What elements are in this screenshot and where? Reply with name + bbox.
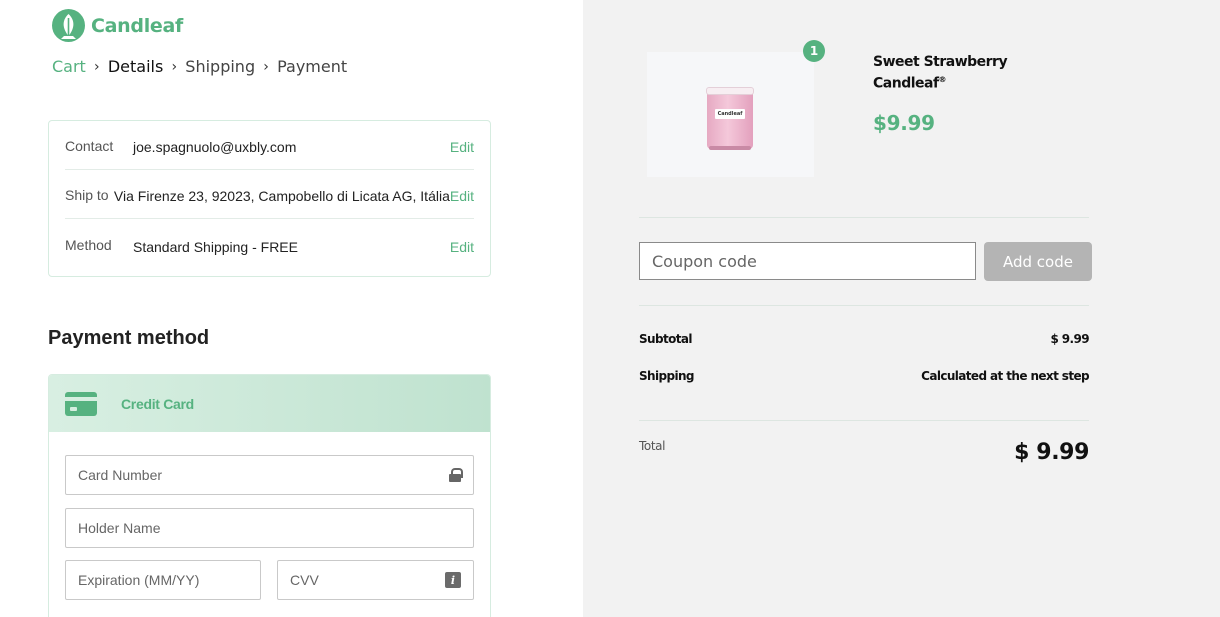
quantity-badge: 1 [803,40,825,62]
info-icon[interactable]: i [445,572,461,588]
breadcrumb-cart[interactable]: Cart [52,57,86,76]
shipping-row: Shipping Calculated at the next step [639,369,1090,383]
shipping-label: Shipping [639,369,695,383]
payment-method-card: Credit Card i [48,374,491,617]
cvv-input[interactable] [290,572,445,588]
product-name: Sweet Strawberry Candleaf® [873,54,1008,92]
chevron-right-icon: › [263,58,269,75]
add-code-button[interactable]: Add code [984,242,1092,281]
method-value: Standard Shipping - FREE [133,238,298,255]
credit-card-label: Credit Card [121,395,194,412]
subtotal-value: $ 9.99 [1050,332,1089,346]
edit-contact-link[interactable]: Edit [450,135,474,155]
edit-method-link[interactable]: Edit [450,235,474,255]
total-value: $ 9.99 [1014,440,1089,465]
jar-label: Candleaf [715,109,745,119]
method-row: Method Standard Shipping - FREE Edit [65,220,474,269]
coupon-input[interactable] [652,251,963,271]
candle-jar-illustration: Candleaf [706,85,754,151]
breadcrumb-payment[interactable]: Payment [277,57,347,76]
subtotal-row: Subtotal $ 9.99 [639,332,1090,346]
trademark-symbol: ® [938,75,947,84]
product-price: $9.99 [873,111,935,135]
payment-method-title: Payment method [48,327,210,349]
method-label: Method [65,237,112,253]
holder-name-input[interactable] [78,520,461,536]
expiration-field[interactable] [65,560,261,600]
ship-to-value: Via Firenze 23, 92023, Campobello di Lic… [113,188,450,204]
shipping-value: Calculated at the next step [921,369,1089,383]
brand-name: Candleaf [91,14,183,37]
ship-to-label: Ship to [65,187,109,203]
order-summary-panel: Candleaf 1 Sweet Strawberry Candleaf® $9… [583,0,1220,617]
contact-value: joe.spagnuolo@uxbly.com [133,139,297,155]
product-image: Candleaf [647,52,814,177]
chevron-right-icon: › [171,58,178,75]
lock-icon [449,468,463,482]
holder-name-field[interactable] [65,508,474,548]
contact-label: Contact [65,138,114,154]
card-number-input[interactable] [78,467,449,483]
subtotal-label: Subtotal [639,332,693,346]
credit-card-icon [65,391,97,416]
credit-card-option[interactable]: Credit Card [49,375,490,432]
order-info-summary: Contact joe.spagnuolo@uxbly.com Edit Shi… [48,120,491,277]
leaf-logo-icon [52,9,85,42]
edit-ship-to-link[interactable]: Edit [450,184,474,204]
total-label: Total [639,439,666,453]
brand-logo[interactable]: Candleaf [52,9,183,42]
coupon-field[interactable] [639,242,976,280]
checkout-form-panel: Candleaf Cart › Details › Shipping › Pay… [0,0,583,617]
divider [639,217,1089,218]
chevron-right-icon: › [94,58,100,75]
divider [639,305,1089,306]
card-number-field[interactable] [65,455,474,495]
breadcrumb-shipping[interactable]: Shipping [185,57,255,76]
ship-to-row: Ship to Via Firenze 23, 92023, Campobell… [65,170,474,219]
breadcrumb: Cart › Details › Shipping › Payment [52,57,347,76]
contact-row: Contact joe.spagnuolo@uxbly.com Edit [65,121,474,170]
cvv-field[interactable]: i [277,560,474,600]
breadcrumb-details[interactable]: Details [108,57,163,76]
expiration-input[interactable] [78,572,248,588]
divider [639,420,1089,421]
